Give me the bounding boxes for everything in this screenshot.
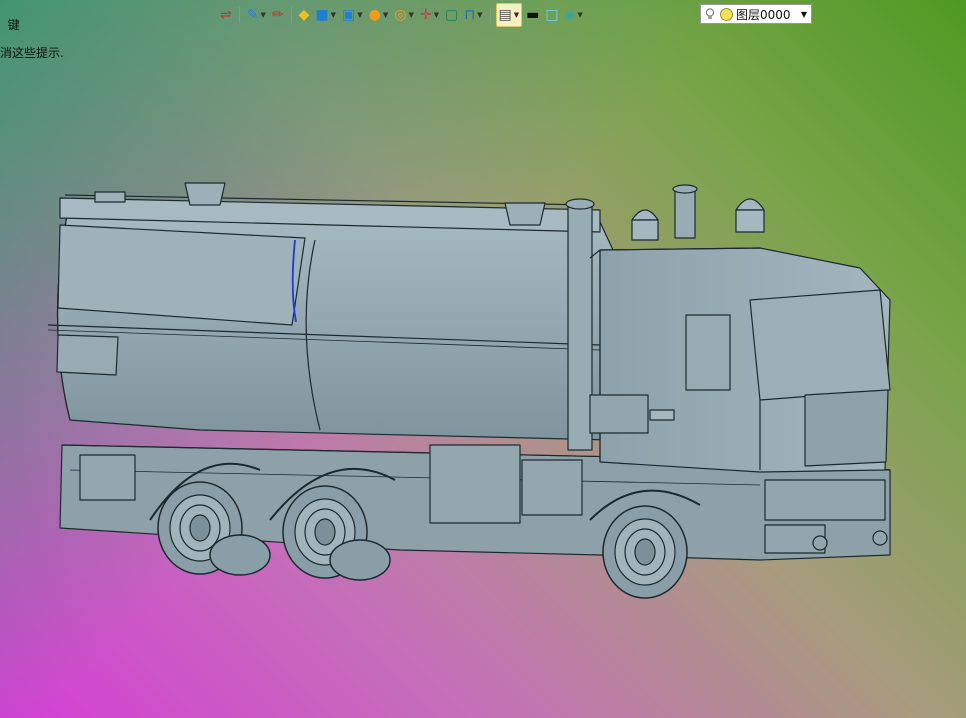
model-viewport[interactable] [0,0,966,718]
wheel [209,534,271,576]
roof-lights [631,198,765,241]
wheel [329,539,391,581]
wheel [602,505,688,599]
